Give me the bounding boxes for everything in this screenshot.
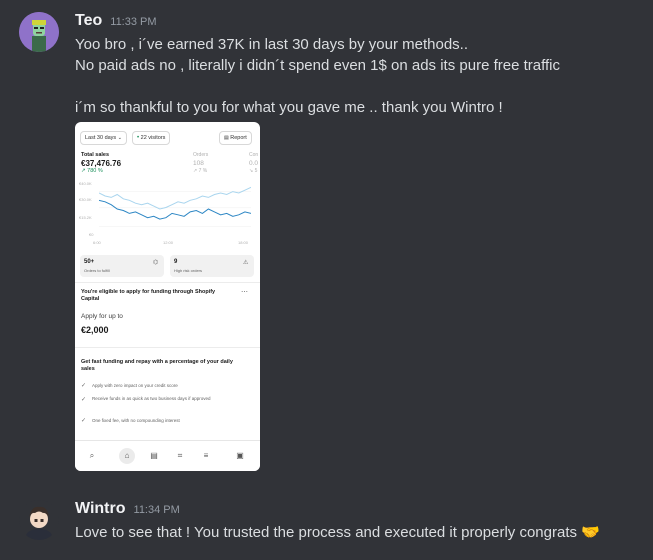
menu-icon: ≡ — [203, 451, 209, 460]
bullet: Apply with zero impact on your credit sc… — [92, 383, 178, 388]
y-tick: €40.0K — [79, 181, 92, 186]
fast-funding-title: Get fast funding and repay with a percen… — [81, 359, 233, 372]
orders-icon: ▤ — [150, 451, 158, 460]
home-icon: ⌂ — [119, 448, 135, 464]
search-icon: ⌕ — [89, 451, 95, 460]
conversion-change: ↘ 5 — [249, 168, 258, 174]
orders-value: 108 — [193, 160, 204, 167]
orders-to-fulfill-card: 50+ Orders to fulfill ⌬ — [80, 255, 164, 277]
author-name[interactable]: Wintro — [75, 500, 126, 518]
conversion-label: Con — [249, 152, 259, 158]
x-tick: 6:00 — [93, 240, 101, 245]
report-button: ▤ Report — [219, 131, 252, 145]
message-teo: Teo 11:33 PM Yoo bro , i´ve earned 37K i… — [0, 0, 653, 480]
check-icon: ✓ — [81, 418, 87, 424]
x-tick: 18:00 — [238, 240, 249, 245]
total-sales-change: ↗ 780 % — [81, 168, 103, 174]
bottom-nav: ⌕ ⌂ ▤ ⌗ ≡ ▣ — [75, 440, 260, 471]
apply-label: Apply for up to — [81, 313, 123, 320]
orders-label: Orders — [193, 152, 209, 158]
high-risk-orders-card: 9 High risk orders ⚠ — [170, 255, 254, 277]
avatar[interactable] — [19, 500, 59, 540]
more-icon: ⋯ — [241, 289, 248, 296]
cube-icon: ⌬ — [153, 260, 159, 266]
orders-change: ↗ 7 % — [193, 168, 208, 174]
avatar-wintro-icon — [26, 506, 52, 540]
conversion-value: 0.0 — [249, 160, 259, 167]
y-tick: €0 — [89, 232, 94, 237]
total-sales-value: €37,476.76 — [81, 159, 122, 168]
x-tick: 12:00 — [163, 240, 174, 245]
store-icon: ▣ — [236, 451, 244, 460]
current-period-line — [99, 186, 251, 210]
visitors-pill: • 22 visitors — [132, 131, 171, 145]
bullet: One fixed fee, with no compounding inter… — [92, 418, 180, 423]
total-sales-label: Total sales — [81, 152, 110, 158]
funding-title: You're eligible to apply for funding thr… — [81, 289, 216, 302]
author-name[interactable]: Teo — [75, 12, 102, 30]
tag-icon: ⌗ — [177, 451, 183, 460]
check-icon: ✓ — [81, 383, 87, 389]
apply-amount: €2,000 — [81, 325, 109, 335]
y-tick: €30.0K — [79, 197, 92, 202]
sales-line-chart — [99, 186, 251, 227]
timestamp: 11:34 PM — [133, 504, 180, 516]
message-wintro: Wintro 11:34 PM Love to see that ! You t… — [0, 490, 653, 560]
check-icon: ✓ — [81, 397, 87, 403]
attachment-image[interactable]: Last 30 days ⌄ • 22 visitors ▤ Report To… — [75, 122, 260, 471]
avatar-teo-icon — [19, 12, 59, 52]
date-range-pill: Last 30 days ⌄ — [80, 131, 127, 145]
message-line: Yoo bro , i´ve earned 37K in last 30 day… — [75, 36, 469, 53]
avatar[interactable] — [19, 12, 59, 52]
message-line: i´m so thankful to you for what you gave… — [75, 99, 503, 116]
message-line: No paid ads no , literally i didn´t spen… — [75, 57, 561, 74]
y-tick: €15.2K — [79, 215, 92, 220]
bullet: Receive funds in as quick as two busines… — [92, 396, 211, 401]
timestamp: 11:33 PM — [110, 16, 157, 28]
warning-icon: ⚠ — [243, 260, 249, 266]
message-line: Love to see that ! You trusted the proce… — [75, 524, 600, 541]
